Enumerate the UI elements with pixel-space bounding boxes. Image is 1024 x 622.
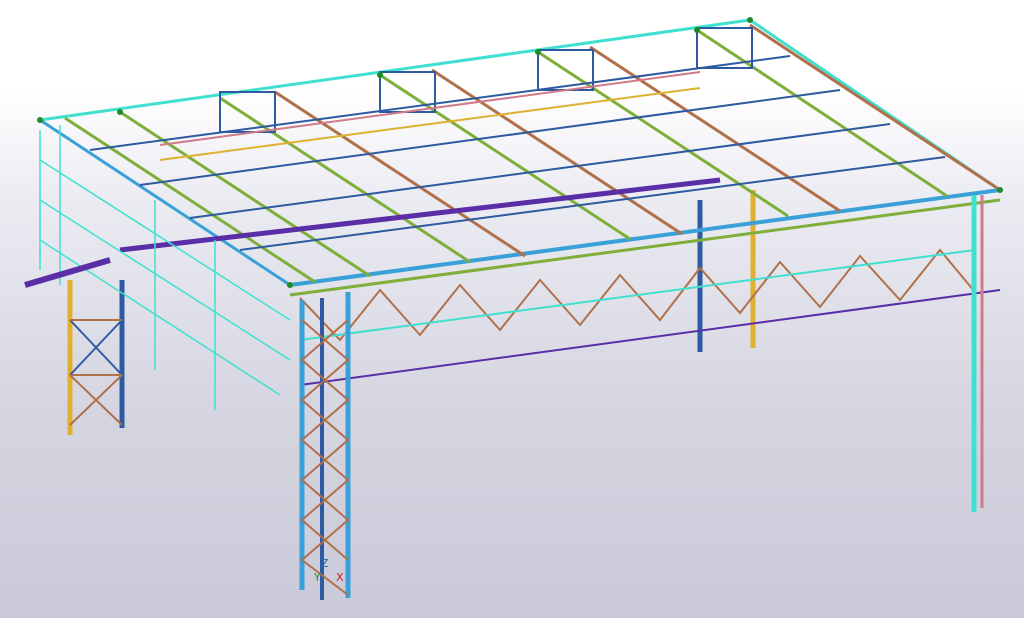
model-viewport[interactable]: Z Y X xyxy=(0,0,1024,618)
axis-y-label: Y xyxy=(314,571,321,584)
yellow-rail xyxy=(159,87,701,161)
axis-z-label: Z xyxy=(321,557,329,570)
axis-indicator: Z Y X xyxy=(312,558,352,592)
front-columns xyxy=(299,195,984,600)
steel-structure-model[interactable] xyxy=(0,0,1024,618)
pink-rail xyxy=(159,71,701,146)
axis-x-label: X xyxy=(336,571,344,584)
